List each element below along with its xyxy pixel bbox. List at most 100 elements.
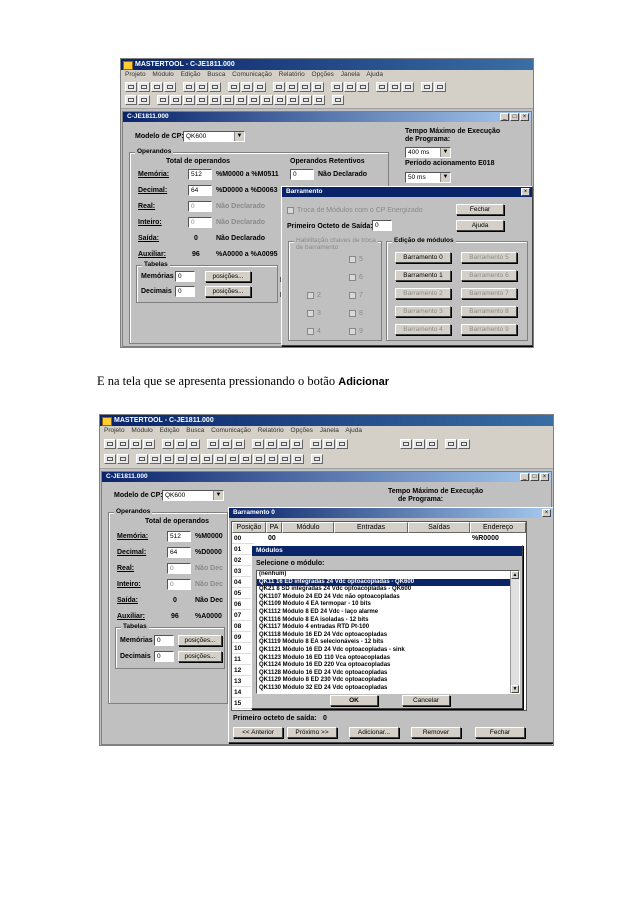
- ladder-contact-icon[interactable]: [104, 454, 116, 464]
- ladder-counter-icon[interactable]: [240, 454, 252, 464]
- replace-icon[interactable]: [233, 439, 245, 449]
- chevron-down-icon[interactable]: ▼: [440, 173, 450, 182]
- stop-icon[interactable]: [278, 439, 290, 449]
- menu-comunicacao[interactable]: Comunicação: [232, 71, 272, 78]
- ladder-compare-icon[interactable]: [300, 95, 312, 105]
- ladder-pulse-icon[interactable]: [201, 454, 213, 464]
- ladder-pulse-icon[interactable]: [222, 95, 234, 105]
- scroll-down-icon[interactable]: ▼: [511, 685, 519, 693]
- close-dialog-icon[interactable]: ×: [521, 188, 530, 196]
- list-item[interactable]: QK1130 Módulo 32 ED 24 Vdc optoacopladas: [257, 685, 519, 693]
- memorias-field-2[interactable]: 0: [154, 635, 174, 646]
- barramento-3-button[interactable]: Barramento 3: [395, 306, 451, 317]
- close-dialog-icon[interactable]: ×: [542, 509, 551, 517]
- barramento-8-button[interactable]: Barramento 8: [461, 306, 517, 317]
- barramento-0-button[interactable]: Barramento 0: [395, 252, 451, 263]
- decimais-posicoes-button-2[interactable]: posições...: [178, 651, 222, 662]
- ladder-branch-icon[interactable]: [157, 95, 169, 105]
- list-item[interactable]: QK1128 Módulo 16 ED 24 Vdc optoacopladas: [257, 670, 519, 678]
- menu-opcoes[interactable]: Opções: [312, 71, 334, 78]
- menu-busca[interactable]: Busca: [207, 71, 225, 78]
- find-icon[interactable]: [241, 82, 253, 92]
- copy-icon[interactable]: [175, 439, 187, 449]
- minimize-icon[interactable]: _: [500, 113, 509, 121]
- troca-checkbox[interactable]: [287, 207, 294, 214]
- minimize-icon[interactable]: _: [520, 473, 529, 481]
- list-item[interactable]: QK1124 Módulo 16 ED 220 Vca optoacoplada…: [257, 662, 519, 670]
- stop-icon[interactable]: [299, 82, 311, 92]
- scroll-up-icon[interactable]: ▲: [511, 571, 519, 579]
- copy-icon[interactable]: [196, 82, 208, 92]
- memoria-field-2[interactable]: 512: [167, 531, 191, 542]
- memorias-posicoes-button-2[interactable]: posições...: [178, 635, 222, 646]
- paste-icon[interactable]: [188, 439, 200, 449]
- menu-ajuda[interactable]: Ajuda: [345, 427, 362, 434]
- menu-modulo[interactable]: Módulo: [131, 427, 152, 434]
- edit-icon[interactable]: [228, 82, 240, 92]
- help-icon[interactable]: [458, 439, 470, 449]
- edit-icon[interactable]: [207, 439, 219, 449]
- modelo-combo-2[interactable]: QK600 ▼: [162, 490, 224, 501]
- list-item[interactable]: QK1112 Módulo 8 ED 24 Vdc - laço alarme: [257, 609, 519, 617]
- ladder-no-icon[interactable]: [183, 95, 195, 105]
- close-window-icon[interactable]: ×: [520, 113, 529, 121]
- chevron-down-icon[interactable]: ▼: [213, 491, 223, 500]
- list-item[interactable]: QK1129 Módulo 8 ED 230 Vdc optoacopladas: [257, 677, 519, 685]
- menu-modulo[interactable]: Módulo: [152, 71, 173, 78]
- cut-icon[interactable]: [162, 439, 174, 449]
- list-item[interactable]: (nenhum): [257, 571, 519, 579]
- open-icon[interactable]: [138, 82, 150, 92]
- maximize-icon[interactable]: □: [510, 113, 519, 121]
- search-icon[interactable]: [445, 439, 457, 449]
- list-item[interactable]: QK1123 Módulo 16 ED 110 Vca optoacoplada…: [257, 655, 519, 663]
- ladder-jump-icon[interactable]: [214, 454, 226, 464]
- proximo-button[interactable]: Próximo >>: [287, 727, 337, 738]
- primeiro-octeto-field[interactable]: 0: [372, 220, 392, 231]
- ladder-math-icon[interactable]: [266, 454, 278, 464]
- chave-6-checkbox[interactable]: [349, 274, 356, 281]
- close-icon[interactable]: [402, 82, 414, 92]
- ladder-contact-icon[interactable]: [125, 95, 137, 105]
- chave-2-checkbox[interactable]: [307, 292, 314, 299]
- ladder-set-icon[interactable]: [196, 95, 208, 105]
- menu-busca[interactable]: Busca: [186, 427, 204, 434]
- decimal-field[interactable]: 64: [188, 185, 212, 196]
- list-item[interactable]: QK1121 Módulo 16 ED 24 Vdc optoacopladas…: [257, 647, 519, 655]
- cancelar-button[interactable]: Cancelar: [402, 695, 450, 706]
- barramento-1-button[interactable]: Barramento 1: [395, 270, 451, 281]
- close-window-icon[interactable]: ×: [540, 473, 549, 481]
- list-item-selected[interactable]: QK11 16 ED integradas 24 Vdc optoacoplad…: [257, 578, 519, 587]
- chave-8-checkbox[interactable]: [349, 310, 356, 317]
- ladder-call-icon[interactable]: [292, 454, 304, 464]
- menu-janela[interactable]: Janela: [341, 71, 360, 78]
- ajuda-button[interactable]: Ajuda: [456, 220, 504, 231]
- send-icon[interactable]: [376, 82, 388, 92]
- chave-5-checkbox[interactable]: [349, 256, 356, 263]
- ladder-table-icon[interactable]: [332, 95, 344, 105]
- compile-icon[interactable]: [336, 439, 348, 449]
- cut-icon[interactable]: [183, 82, 195, 92]
- menu-relatorio[interactable]: Relatório: [279, 71, 305, 78]
- periodo-combo[interactable]: 50 ms ▼: [405, 172, 451, 183]
- save-icon[interactable]: [151, 82, 163, 92]
- info-icon[interactable]: [265, 439, 277, 449]
- receive-icon[interactable]: [389, 82, 401, 92]
- send-icon[interactable]: [400, 439, 412, 449]
- ladder-nc-icon[interactable]: [170, 95, 182, 105]
- ladder-coil-icon[interactable]: [138, 95, 150, 105]
- menu-edicao[interactable]: Edição: [160, 427, 180, 434]
- monitor-icon[interactable]: [310, 439, 322, 449]
- compile-icon[interactable]: [357, 82, 369, 92]
- menu-projeto[interactable]: Projeto: [104, 427, 125, 434]
- remover-button[interactable]: Remover: [411, 727, 461, 738]
- chave-4-checkbox[interactable]: [307, 328, 314, 335]
- maximize-icon[interactable]: □: [530, 473, 539, 481]
- tempo-combo[interactable]: 400 ms ▼: [405, 147, 451, 158]
- new-icon[interactable]: [125, 82, 137, 92]
- memorias-posicoes-button[interactable]: posições...: [205, 271, 251, 282]
- run-icon[interactable]: [312, 82, 324, 92]
- barramento-4-button[interactable]: Barramento 4: [395, 324, 451, 335]
- decimal-field-2[interactable]: 64: [167, 547, 191, 558]
- list-item[interactable]: QK21 8 SD integradas 24 Vdc optoacoplada…: [257, 586, 519, 594]
- decimais-field-2[interactable]: 0: [154, 651, 174, 662]
